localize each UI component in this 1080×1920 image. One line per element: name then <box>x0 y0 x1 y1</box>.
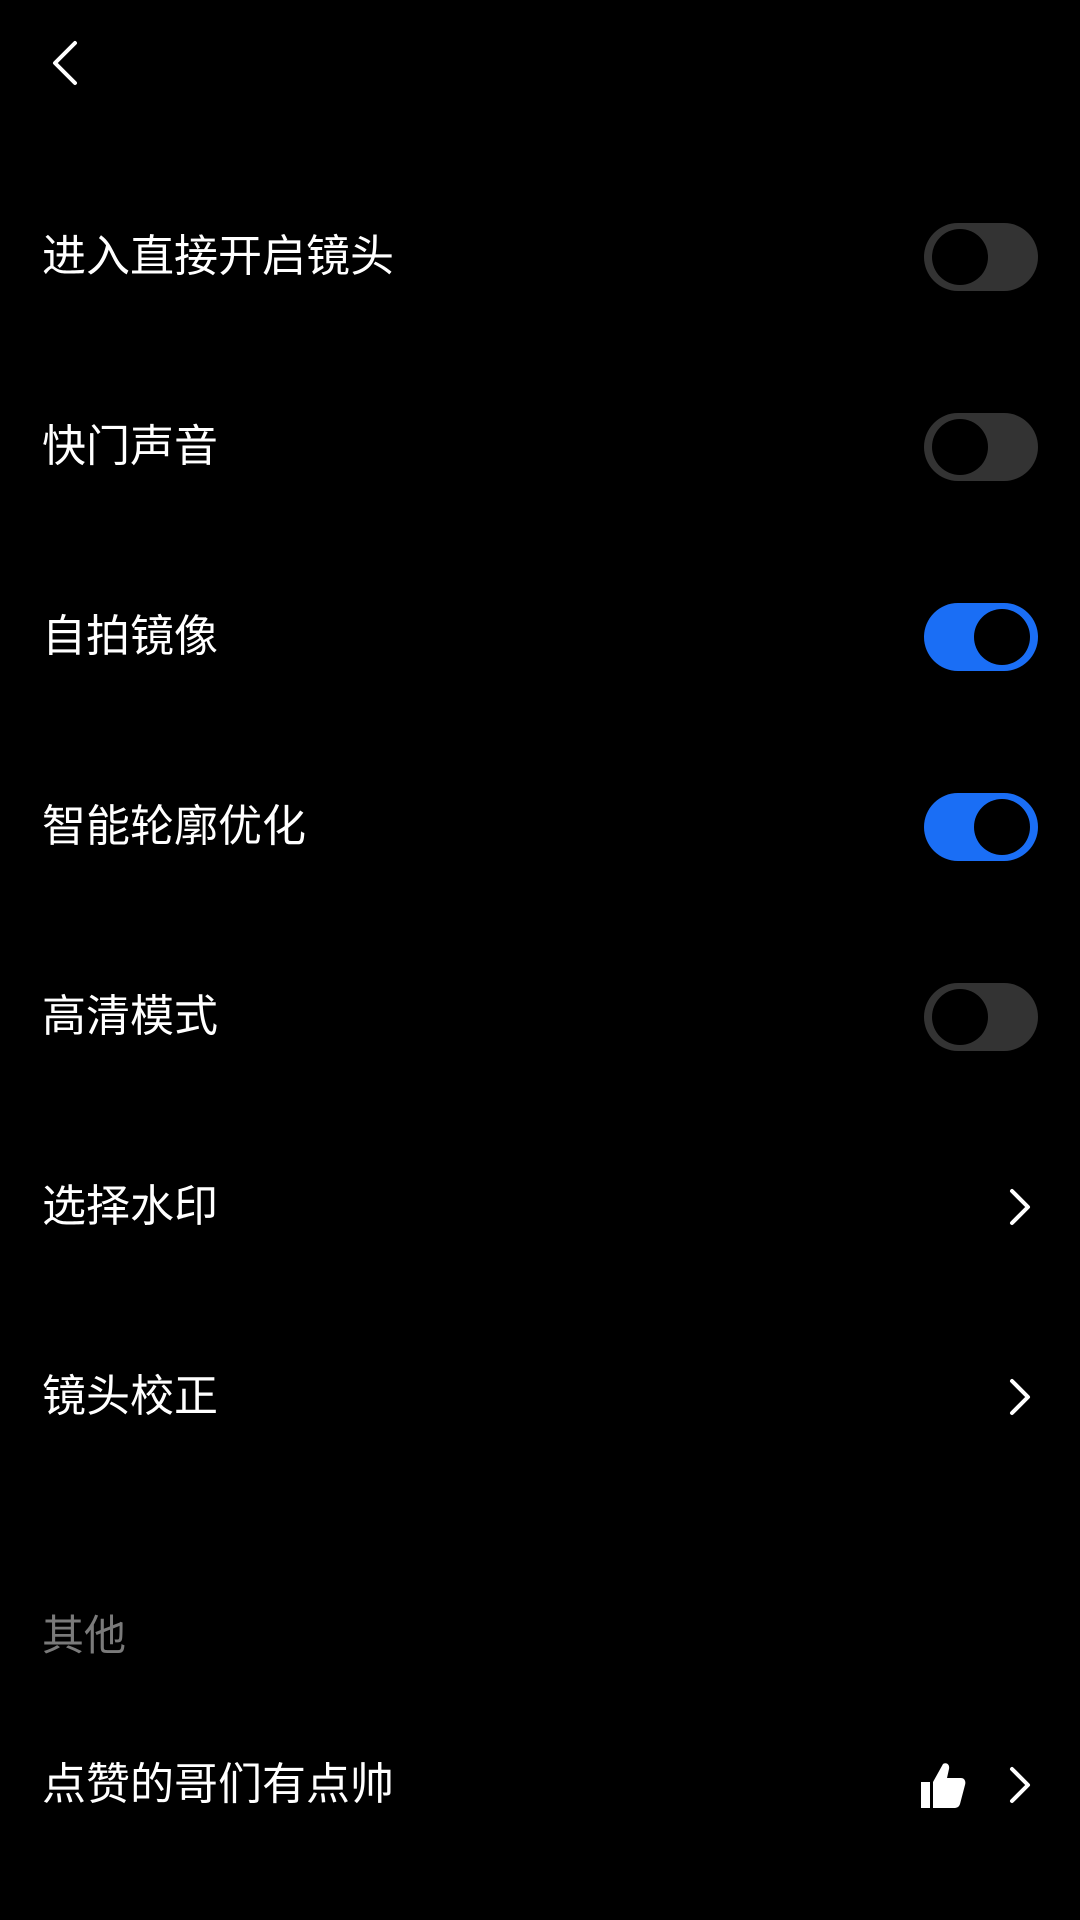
chevron-right-icon <box>1002 1182 1038 1232</box>
back-button[interactable] <box>30 30 100 100</box>
setting-label: 选择水印 <box>42 1181 218 1232</box>
chevron-left-icon <box>45 35 85 95</box>
toggle-knob <box>974 609 1030 665</box>
toggle-knob <box>932 419 988 475</box>
setting-smart-contour[interactable]: 智能轮廓优化 <box>0 732 1080 922</box>
other-item-like[interactable]: 点赞的哥们有点帅 <box>0 1690 1080 1880</box>
toggle-knob <box>932 229 988 285</box>
chevron-right-icon <box>1002 1760 1038 1810</box>
setting-label: 点赞的哥们有点帅 <box>42 1759 394 1810</box>
setting-auto-open-camera[interactable]: 进入直接开启镜头 <box>0 162 1080 352</box>
shutter-sound-toggle[interactable] <box>924 413 1038 481</box>
thumbs-up-icon <box>918 1758 968 1812</box>
chevron-right-icon <box>1002 1372 1038 1422</box>
smart-contour-toggle[interactable] <box>924 793 1038 861</box>
setting-shutter-sound[interactable]: 快门声音 <box>0 352 1080 542</box>
auto-open-camera-toggle[interactable] <box>924 223 1038 291</box>
setting-select-watermark[interactable]: 选择水印 <box>0 1112 1080 1302</box>
setting-label: 智能轮廓优化 <box>42 801 306 852</box>
setting-lens-correction[interactable]: 镜头校正 <box>0 1302 1080 1492</box>
setting-hd-mode[interactable]: 高清模式 <box>0 922 1080 1112</box>
hd-mode-toggle[interactable] <box>924 983 1038 1051</box>
setting-label: 自拍镜像 <box>42 611 218 662</box>
setting-label: 镜头校正 <box>42 1371 218 1422</box>
setting-label: 快门声音 <box>42 421 218 472</box>
setting-label: 高清模式 <box>42 991 218 1042</box>
toggle-knob <box>974 799 1030 855</box>
toggle-knob <box>932 989 988 1045</box>
trailing-icons <box>918 1758 1038 1812</box>
setting-selfie-mirror[interactable]: 自拍镜像 <box>0 542 1080 732</box>
setting-label: 进入直接开启镜头 <box>42 231 394 282</box>
selfie-mirror-toggle[interactable] <box>924 603 1038 671</box>
section-header-other: 其他 <box>42 1611 127 1660</box>
